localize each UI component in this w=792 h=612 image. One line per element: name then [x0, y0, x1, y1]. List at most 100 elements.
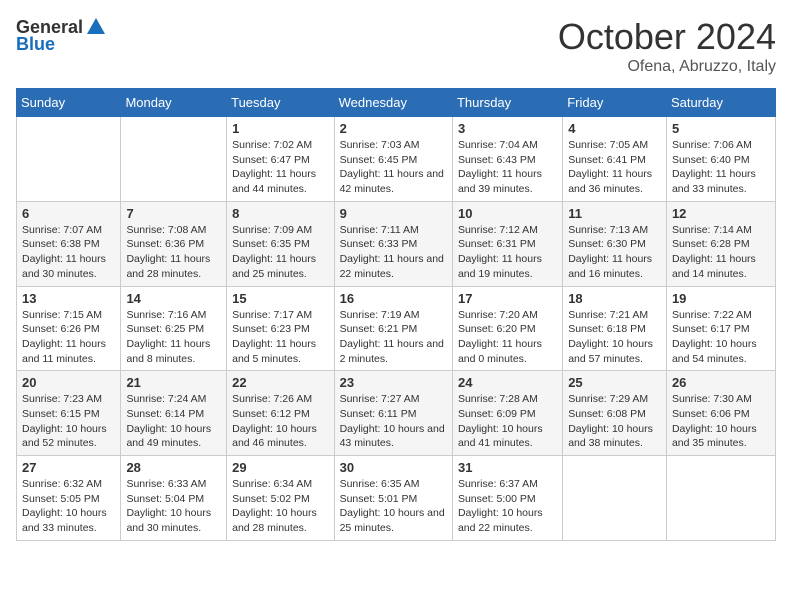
day-cell: 14 Sunrise: 7:16 AM Sunset: 6:25 PM Dayli… [121, 286, 227, 371]
day-number: 9 [340, 206, 447, 221]
day-cell: 26 Sunrise: 7:30 AM Sunset: 6:06 PM Dayli… [666, 371, 775, 456]
week-row-2: 6Sunrise: 7:07 AM Sunset: 6:38 PM Daylig… [17, 201, 776, 286]
day-number: 20 [22, 375, 115, 390]
column-header-tuesday: Tuesday [227, 89, 334, 117]
day-number: 27 [22, 460, 115, 475]
day-cell: 29Sunrise: 6:34 AM Sunset: 5:02 PM Dayli… [227, 456, 334, 541]
day-info: Sunrise: 7:19 AM Sunset: 6:21 PM Dayligh… [340, 308, 447, 367]
location-title: Ofena, Abruzzo, Italy [558, 58, 776, 76]
day-cell: 18 Sunrise: 7:21 AM Sunset: 6:18 PM Dayli… [563, 286, 667, 371]
day-info: Sunrise: 7:27 AM Sunset: 6:11 PM Dayligh… [340, 392, 447, 451]
day-info: Sunrise: 7:16 AM Sunset: 6:25 PM Dayligh… [126, 308, 221, 367]
day-number: 4 [568, 121, 661, 136]
month-title: October 2024 [558, 16, 776, 58]
day-cell: 20 Sunrise: 7:23 AM Sunset: 6:15 PM Dayli… [17, 371, 121, 456]
day-number: 19 [672, 291, 770, 306]
day-number: 3 [458, 121, 557, 136]
day-number: 26 [672, 375, 770, 390]
day-cell: 9 Sunrise: 7:11 AM Sunset: 6:33 PM Daylig… [334, 201, 452, 286]
day-cell: 17 Sunrise: 7:20 AM Sunset: 6:20 PM Dayli… [452, 286, 562, 371]
day-number: 25 [568, 375, 661, 390]
day-info: Sunrise: 7:04 AM Sunset: 6:43 PM Dayligh… [458, 138, 557, 197]
day-number: 22 [232, 375, 328, 390]
day-number: 1 [232, 121, 328, 136]
day-info: Sunrise: 7:26 AM Sunset: 6:12 PM Dayligh… [232, 392, 328, 451]
column-header-wednesday: Wednesday [334, 89, 452, 117]
day-info: Sunrise: 6:35 AM Sunset: 5:01 PM Dayligh… [340, 477, 447, 536]
day-info: Sunrise: 7:23 AM Sunset: 6:15 PM Dayligh… [22, 392, 115, 451]
day-cell: 11Sunrise: 7:13 AM Sunset: 6:30 PM Dayli… [563, 201, 667, 286]
day-info: Sunrise: 6:33 AM Sunset: 5:04 PM Dayligh… [126, 477, 221, 536]
day-cell: 22 Sunrise: 7:26 AM Sunset: 6:12 PM Dayli… [227, 371, 334, 456]
day-cell: 15Sunrise: 7:17 AM Sunset: 6:23 PM Dayli… [227, 286, 334, 371]
day-number: 5 [672, 121, 770, 136]
day-info: Sunrise: 7:02 AM Sunset: 6:47 PM Dayligh… [232, 138, 328, 197]
day-cell: 10 Sunrise: 7:12 AM Sunset: 6:31 PM Dayli… [452, 201, 562, 286]
day-info: Sunrise: 7:30 AM Sunset: 6:06 PM Dayligh… [672, 392, 770, 451]
day-cell: 30 Sunrise: 6:35 AM Sunset: 5:01 PM Dayli… [334, 456, 452, 541]
day-number: 17 [458, 291, 557, 306]
day-cell: 1 Sunrise: 7:02 AM Sunset: 6:47 PM Daylig… [227, 117, 334, 202]
day-info: Sunrise: 7:08 AM Sunset: 6:36 PM Dayligh… [126, 223, 221, 282]
day-cell: 28Sunrise: 6:33 AM Sunset: 5:04 PM Dayli… [121, 456, 227, 541]
day-info: Sunrise: 7:22 AM Sunset: 6:17 PM Dayligh… [672, 308, 770, 367]
column-header-monday: Monday [121, 89, 227, 117]
title-area: October 2024 Ofena, Abruzzo, Italy [558, 16, 776, 76]
day-info: Sunrise: 7:12 AM Sunset: 6:31 PM Dayligh… [458, 223, 557, 282]
day-info: Sunrise: 6:37 AM Sunset: 5:00 PM Dayligh… [458, 477, 557, 536]
day-number: 24 [458, 375, 557, 390]
column-header-saturday: Saturday [666, 89, 775, 117]
day-number: 14 [126, 291, 221, 306]
day-info: Sunrise: 7:21 AM Sunset: 6:18 PM Dayligh… [568, 308, 661, 367]
day-info: Sunrise: 7:20 AM Sunset: 6:20 PM Dayligh… [458, 308, 557, 367]
day-number: 13 [22, 291, 115, 306]
week-row-3: 13 Sunrise: 7:15 AM Sunset: 6:26 PM Dayli… [17, 286, 776, 371]
day-info: Sunrise: 7:13 AM Sunset: 6:30 PM Dayligh… [568, 223, 661, 282]
day-cell: 7 Sunrise: 7:08 AM Sunset: 6:36 PM Daylig… [121, 201, 227, 286]
day-info: Sunrise: 7:09 AM Sunset: 6:35 PM Dayligh… [232, 223, 328, 282]
logo-blue: Blue [16, 34, 55, 55]
day-info: Sunrise: 6:34 AM Sunset: 5:02 PM Dayligh… [232, 477, 328, 536]
day-info: Sunrise: 7:14 AM Sunset: 6:28 PM Dayligh… [672, 223, 770, 282]
column-header-friday: Friday [563, 89, 667, 117]
day-info: Sunrise: 7:11 AM Sunset: 6:33 PM Dayligh… [340, 223, 447, 282]
week-row-1: 1 Sunrise: 7:02 AM Sunset: 6:47 PM Daylig… [17, 117, 776, 202]
calendar-table: SundayMondayTuesdayWednesdayThursdayFrid… [16, 88, 776, 541]
day-number: 21 [126, 375, 221, 390]
day-number: 16 [340, 291, 447, 306]
header-row: SundayMondayTuesdayWednesdayThursdayFrid… [17, 89, 776, 117]
day-number: 8 [232, 206, 328, 221]
day-number: 18 [568, 291, 661, 306]
day-number: 10 [458, 206, 557, 221]
day-number: 23 [340, 375, 447, 390]
calendar-body: 1 Sunrise: 7:02 AM Sunset: 6:47 PM Daylig… [17, 117, 776, 541]
day-cell: 3 Sunrise: 7:04 AM Sunset: 6:43 PM Daylig… [452, 117, 562, 202]
day-cell: 23 Sunrise: 7:27 AM Sunset: 6:11 PM Dayli… [334, 371, 452, 456]
day-cell: 24 Sunrise: 7:28 AM Sunset: 6:09 PM Dayli… [452, 371, 562, 456]
day-info: Sunrise: 6:32 AM Sunset: 5:05 PM Dayligh… [22, 477, 115, 536]
day-number: 30 [340, 460, 447, 475]
day-info: Sunrise: 7:28 AM Sunset: 6:09 PM Dayligh… [458, 392, 557, 451]
day-number: 31 [458, 460, 557, 475]
column-header-thursday: Thursday [452, 89, 562, 117]
day-info: Sunrise: 7:05 AM Sunset: 6:41 PM Dayligh… [568, 138, 661, 197]
day-info: Sunrise: 7:17 AM Sunset: 6:23 PM Dayligh… [232, 308, 328, 367]
calendar-header: SundayMondayTuesdayWednesdayThursdayFrid… [17, 89, 776, 117]
day-cell: 2 Sunrise: 7:03 AM Sunset: 6:45 PM Daylig… [334, 117, 452, 202]
page-header: General Blue October 2024 Ofena, Abruzzo… [16, 16, 776, 76]
day-info: Sunrise: 7:24 AM Sunset: 6:14 PM Dayligh… [126, 392, 221, 451]
day-number: 7 [126, 206, 221, 221]
day-cell: 12Sunrise: 7:14 AM Sunset: 6:28 PM Dayli… [666, 201, 775, 286]
day-info: Sunrise: 7:03 AM Sunset: 6:45 PM Dayligh… [340, 138, 447, 197]
logo: General Blue [16, 16, 107, 55]
day-cell: 27 Sunrise: 6:32 AM Sunset: 5:05 PM Dayli… [17, 456, 121, 541]
day-cell [17, 117, 121, 202]
day-cell: 8 Sunrise: 7:09 AM Sunset: 6:35 PM Daylig… [227, 201, 334, 286]
day-info: Sunrise: 7:15 AM Sunset: 6:26 PM Dayligh… [22, 308, 115, 367]
day-info: Sunrise: 7:06 AM Sunset: 6:40 PM Dayligh… [672, 138, 770, 197]
day-number: 2 [340, 121, 447, 136]
day-cell: 5 Sunrise: 7:06 AM Sunset: 6:40 PM Daylig… [666, 117, 775, 202]
day-cell: 4 Sunrise: 7:05 AM Sunset: 6:41 PM Daylig… [563, 117, 667, 202]
day-cell [666, 456, 775, 541]
day-cell: 13 Sunrise: 7:15 AM Sunset: 6:26 PM Dayli… [17, 286, 121, 371]
